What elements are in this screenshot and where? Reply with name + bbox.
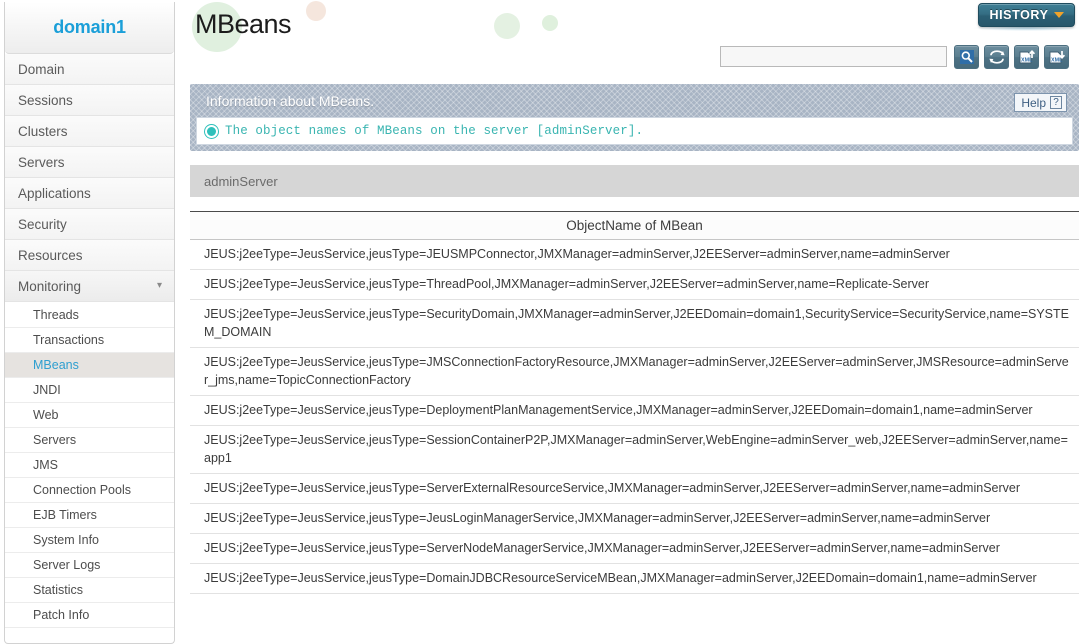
sidebar-item-servers-monitoring[interactable]: Servers — [5, 428, 174, 453]
info-icon — [205, 124, 218, 138]
history-button[interactable]: HISTORY — [978, 3, 1075, 27]
sidebar-item-label: JMS — [33, 458, 58, 472]
refresh-button[interactable] — [984, 45, 1009, 69]
toolbar: XML XML — [186, 44, 1083, 74]
sidebar-item-clusters[interactable]: Clusters — [5, 116, 174, 147]
sidebar-item-label: Servers — [18, 154, 65, 170]
table-row[interactable]: JEUS:j2eeType=JeusService,jeusType=JeusL… — [190, 504, 1079, 534]
sidebar-item-statistics[interactable]: Statistics — [5, 578, 174, 603]
sidebar-item-sessions[interactable]: Sessions — [5, 85, 174, 116]
question-mark-icon: ? — [1050, 96, 1062, 109]
mbeans-table: ObjectName of MBean JEUS:j2eeType=JeusSe… — [190, 211, 1079, 594]
sidebar-item-security[interactable]: Security — [5, 209, 174, 240]
info-message-box: The object names of MBeans on the server… — [196, 117, 1073, 145]
sidebar: domain1 Domain Sessions Clusters Servers… — [4, 2, 175, 644]
sidebar-item-mbeans[interactable]: MBeans — [5, 353, 174, 378]
sidebar-item-monitoring[interactable]: Monitoring ▾ — [5, 271, 174, 302]
domain-header[interactable]: domain1 — [5, 2, 174, 54]
table-column-header: ObjectName of MBean — [190, 212, 1079, 240]
xml-upload-icon: XML — [1019, 49, 1035, 64]
sidebar-item-system-info[interactable]: System Info — [5, 528, 174, 553]
sidebar-item-label: Applications — [18, 185, 91, 201]
sidebar-item-label: MBeans — [33, 358, 79, 372]
decorative-circle — [306, 1, 326, 21]
sidebar-item-label: Domain — [18, 61, 65, 77]
sidebar-item-servers[interactable]: Servers — [5, 147, 174, 178]
sidebar-item-label: Security — [18, 216, 67, 232]
import-xml-button[interactable]: XML — [1014, 45, 1039, 69]
help-button[interactable]: Help ? — [1014, 93, 1067, 112]
svg-text:XML: XML — [1021, 58, 1033, 64]
sidebar-item-label: Patch Info — [33, 608, 90, 622]
main-content: MBeans HISTORY XML XML Information about… — [186, 0, 1083, 644]
domain-name-label: domain1 — [53, 17, 126, 37]
sidebar-item-applications[interactable]: Applications — [5, 178, 174, 209]
sidebar-item-label: Web — [33, 408, 59, 422]
help-button-label: Help — [1021, 95, 1046, 110]
decorative-circle — [542, 15, 558, 31]
sidebar-item-label: Clusters — [18, 123, 68, 139]
export-xml-button[interactable]: XML — [1044, 45, 1069, 69]
sidebar-item-server-logs[interactable]: Server Logs — [5, 553, 174, 578]
sidebar-item-domain[interactable]: Domain — [5, 54, 174, 85]
sidebar-item-label: Monitoring — [18, 278, 82, 294]
info-panel: Information about MBeans. Help ? The obj… — [190, 84, 1079, 151]
sidebar-item-label: Threads — [33, 308, 79, 322]
table-row[interactable]: JEUS:j2eeType=JeusService,jeusType=Serve… — [190, 474, 1079, 504]
table-row[interactable]: JEUS:j2eeType=JeusService,jeusType=Threa… — [190, 270, 1079, 300]
sidebar-item-label: Servers — [33, 433, 77, 447]
sidebar-item-label: Server Logs — [33, 558, 101, 572]
sidebar-item-jms[interactable]: JMS — [5, 453, 174, 478]
chevron-down-icon: ▾ — [156, 280, 162, 291]
chevron-down-icon — [1053, 12, 1064, 18]
search-button[interactable] — [954, 45, 979, 69]
table-row[interactable]: JEUS:j2eeType=JeusService,jeusType=Domai… — [190, 564, 1079, 594]
app-window: domain1 Domain Sessions Clusters Servers… — [0, 0, 1083, 644]
sidebar-item-transactions[interactable]: Transactions — [5, 328, 174, 353]
page-header: MBeans HISTORY — [186, 0, 1083, 52]
xml-download-icon: XML — [1049, 51, 1065, 64]
sidebar-item-ejb-timers[interactable]: EJB Timers — [5, 503, 174, 528]
sidebar-item-resources[interactable]: Resources — [5, 240, 174, 271]
table-row[interactable]: JEUS:j2eeType=JeusService,jeusType=JMSCo… — [190, 348, 1079, 396]
info-message-text: The object names of MBeans on the server… — [225, 124, 644, 138]
svg-text:XML: XML — [1051, 58, 1063, 64]
sidebar-item-patch-info[interactable]: Patch Info — [5, 603, 174, 628]
sidebar-item-threads[interactable]: Threads — [5, 303, 174, 328]
table-row[interactable]: JEUS:j2eeType=JeusService,jeusType=Secur… — [190, 300, 1079, 348]
table-row[interactable]: JEUS:j2eeType=JeusService,jeusType=Sessi… — [190, 426, 1079, 474]
history-button-label: HISTORY — [989, 8, 1049, 22]
table-row[interactable]: JEUS:j2eeType=JeusService,jeusType=Serve… — [190, 534, 1079, 564]
sidebar-item-jndi[interactable]: JNDI — [5, 378, 174, 403]
server-bar: adminServer — [190, 165, 1079, 197]
sidebar-item-web[interactable]: Web — [5, 403, 174, 428]
sidebar-item-label: Sessions — [18, 92, 73, 108]
refresh-icon — [988, 50, 1005, 64]
sidebar-item-label: Statistics — [33, 583, 84, 597]
table-row[interactable]: JEUS:j2eeType=JeusService,jeusType=JEUSM… — [190, 240, 1079, 270]
search-input[interactable] — [720, 46, 947, 67]
sidebar-item-label: System Info — [33, 533, 99, 547]
sidebar-item-label: Transactions — [33, 333, 105, 347]
search-icon — [959, 50, 974, 64]
sidebar-item-label: Resources — [18, 247, 83, 263]
sidebar-item-label: JNDI — [33, 383, 61, 397]
sidebar-item-label: Connection Pools — [33, 483, 131, 497]
decorative-circle — [494, 13, 520, 39]
sidebar-top-nav: Domain Sessions Clusters Servers Applica… — [5, 54, 174, 302]
table-row[interactable]: JEUS:j2eeType=JeusService,jeusType=Deplo… — [190, 396, 1079, 426]
sidebar-item-connection-pools[interactable]: Connection Pools — [5, 478, 174, 503]
page-title: MBeans — [195, 9, 292, 39]
info-panel-title: Information about MBeans. — [206, 93, 375, 109]
server-name-label: adminServer — [204, 173, 278, 189]
sidebar-item-label: EJB Timers — [33, 508, 97, 522]
sidebar-monitoring-submenu: Threads Transactions MBeans JNDI Web Ser… — [5, 302, 174, 628]
